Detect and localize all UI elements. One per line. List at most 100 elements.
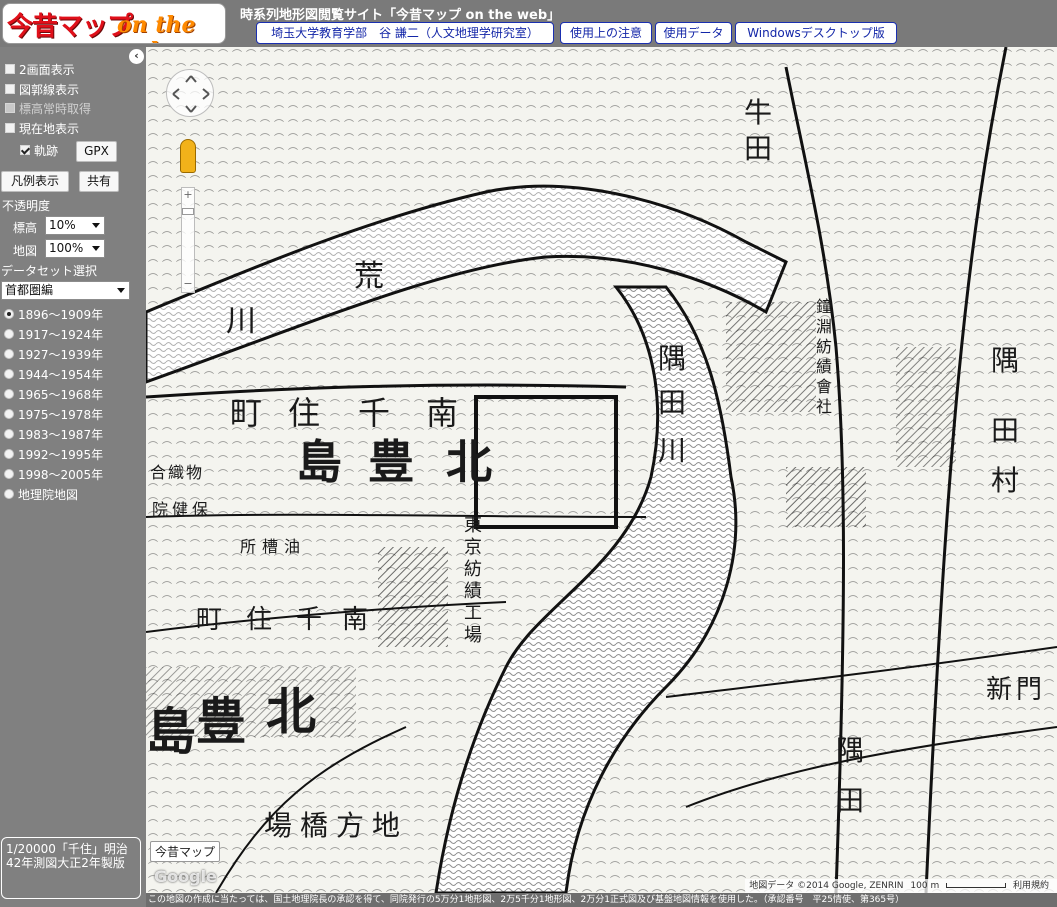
radio-icon[interactable] <box>4 409 14 419</box>
dropdown-arrow-icon <box>92 246 100 251</box>
period-radio-1927[interactable]: 1927～1939年 <box>4 345 103 363</box>
map-label-ju: 住 <box>288 394 321 432</box>
radio-icon[interactable] <box>4 389 14 399</box>
terms-link[interactable]: 利用規約 <box>1013 881 1049 891</box>
period-label: 1944～1954年 <box>18 367 104 382</box>
map-label-kita: 北 <box>446 435 492 489</box>
site-title: 時系列地形図閲覧サイト「今昔マップ on the web」 <box>240 8 561 23</box>
map-label-kai: 會 <box>816 377 833 396</box>
map-base-drawing: ⌒ <box>146 47 1057 893</box>
map-label-kyo: 京 <box>464 537 482 558</box>
header: 今昔マップ on the web 時系列地形図閲覧サイト「今昔マップ on th… <box>0 0 1057 47</box>
map-label-jo: 場 <box>464 625 482 646</box>
map-label-seki: 績 <box>464 581 482 602</box>
map-opacity-select[interactable]: 100% <box>45 239 105 258</box>
map-label-sen: 千 <box>358 394 391 432</box>
map-canvas[interactable]: ⌒ 荒 川 隅 田 川 南 千 住 町 <box>146 47 1057 893</box>
map-label-ken: 健 <box>172 500 189 519</box>
map-label-minami-2: 南 <box>342 605 369 635</box>
map-label-bo: 紡 <box>464 559 482 580</box>
dataset-select[interactable]: 首都圏編 <box>1 281 130 300</box>
option-label: 2画面表示 <box>19 62 75 77</box>
period-radio-1944[interactable]: 1944～1954年 <box>4 365 103 383</box>
radio-icon[interactable] <box>4 489 14 499</box>
map-label-mura: 村 <box>991 464 1020 497</box>
map-label-hashi: 橋 <box>300 809 329 842</box>
option-elevation-always[interactable]: 標高常時取得 <box>5 99 91 117</box>
radio-icon[interactable] <box>4 349 14 359</box>
map-type-button[interactable]: 今昔マップ <box>150 841 221 862</box>
radio-selected-icon[interactable] <box>4 309 14 319</box>
share-button[interactable]: 共有 <box>79 171 119 192</box>
map-label-ta: 田 <box>744 132 773 165</box>
pan-arrows-icon[interactable] <box>167 70 215 118</box>
data-used-button[interactable]: 使用データ <box>655 22 732 44</box>
map-label-so: 槽 <box>262 537 279 556</box>
zoom-slider[interactable]: + − <box>181 187 195 293</box>
pan-control[interactable] <box>166 69 214 117</box>
legend-button[interactable]: 凡例表示 <box>1 171 69 192</box>
usage-notes-button[interactable]: 使用上の注意 <box>560 22 652 44</box>
period-label: 1917～1924年 <box>18 327 104 342</box>
period-radio-gsi[interactable]: 地理院地図 <box>4 485 78 503</box>
period-radio-1992[interactable]: 1992～1995年 <box>4 445 103 463</box>
elevation-opacity-select[interactable]: 10% <box>45 216 105 235</box>
map-label-machi: 町 <box>230 394 263 432</box>
period-radio-1975[interactable]: 1975～1978年 <box>4 405 103 423</box>
period-radio-1965[interactable]: 1965～1968年 <box>4 385 103 403</box>
site-logo[interactable]: 今昔マップ on the web <box>2 3 226 44</box>
map-label-in: 院 <box>152 500 169 519</box>
author-link-button[interactable]: 埼玉大学教育学部 谷 謙二（人文地理学研究室） <box>256 22 554 44</box>
map-label-shin: 新 <box>986 675 1013 705</box>
dropdown-arrow-icon <box>117 288 125 293</box>
map-label-kata: 方 <box>336 809 365 842</box>
radio-icon[interactable] <box>4 329 14 339</box>
checkbox-icon[interactable] <box>5 123 15 133</box>
checkbox-icon[interactable] <box>5 64 15 74</box>
dataset-title: データセット選択 <box>1 264 98 278</box>
period-label: 1965～1968年 <box>18 387 104 402</box>
checkbox-checked-icon[interactable] <box>20 145 30 155</box>
option-label: 現在地表示 <box>19 121 80 136</box>
map-label-gawa: 川 <box>658 434 687 467</box>
period-label: 1896～1909年 <box>18 307 104 322</box>
map-label-shima-2: 島 <box>146 702 196 761</box>
zoom-handle[interactable] <box>182 208 194 215</box>
radio-icon[interactable] <box>4 369 14 379</box>
select-value: 10% <box>49 218 76 232</box>
map-label-da-3: 田 <box>836 784 865 817</box>
zoom-in-icon[interactable]: + <box>182 188 194 202</box>
period-radio-1896[interactable]: 1896～1909年 <box>4 305 103 323</box>
dropdown-arrow-icon <box>92 223 100 228</box>
attribution-text: 地図データ ©2014 Google, ZENRIN <box>749 881 904 891</box>
option-track[interactable]: 軌跡 <box>20 141 58 159</box>
checkbox-icon[interactable] <box>5 103 15 113</box>
map-label-mono: 物 <box>186 463 203 482</box>
period-label: 1983～1987年 <box>18 427 104 442</box>
period-radio-1917[interactable]: 1917～1924年 <box>4 325 103 343</box>
radio-icon[interactable] <box>4 449 14 459</box>
option-frame-lines[interactable]: 図郭線表示 <box>5 80 79 98</box>
gpx-button[interactable]: GPX <box>76 141 117 162</box>
option-label: 標高常時取得 <box>19 101 92 116</box>
option-dual-view[interactable]: 2画面表示 <box>5 60 75 78</box>
period-radio-1983[interactable]: 1983～1987年 <box>4 425 103 443</box>
map-attribution: 地図データ ©2014 Google, ZENRIN 100 m 利用規約 <box>745 879 1057 893</box>
footer-notice: この地図の作成に当たっては、国土地理院長の承認を得て、同院発行の5万分1地形図、… <box>146 893 1057 907</box>
zoom-out-icon[interactable]: − <box>182 278 194 292</box>
option-label: 軌跡 <box>34 143 59 158</box>
period-radio-1998[interactable]: 1998～2005年 <box>4 465 103 483</box>
elevation-opacity-label: 標高 <box>13 221 38 235</box>
collapse-sidebar-icon[interactable]: ‹ <box>129 49 144 64</box>
street-view-pegman-icon[interactable] <box>180 139 196 173</box>
map-label-sumi-2: 隅 <box>991 344 1020 377</box>
option-current-location[interactable]: 現在地表示 <box>5 119 79 137</box>
radio-icon[interactable] <box>4 429 14 439</box>
radio-icon[interactable] <box>4 469 14 479</box>
map-sheet-info: 1/20000「千住」明治42年測図大正2年製版 <box>1 837 141 899</box>
map-label-sen-2: 千 <box>296 605 323 635</box>
period-label: 地理院地図 <box>18 487 79 502</box>
windows-desktop-button[interactable]: Windowsデスクトップ版 <box>735 22 897 44</box>
scale-text: 100 m <box>910 881 940 891</box>
checkbox-icon[interactable] <box>5 84 15 94</box>
